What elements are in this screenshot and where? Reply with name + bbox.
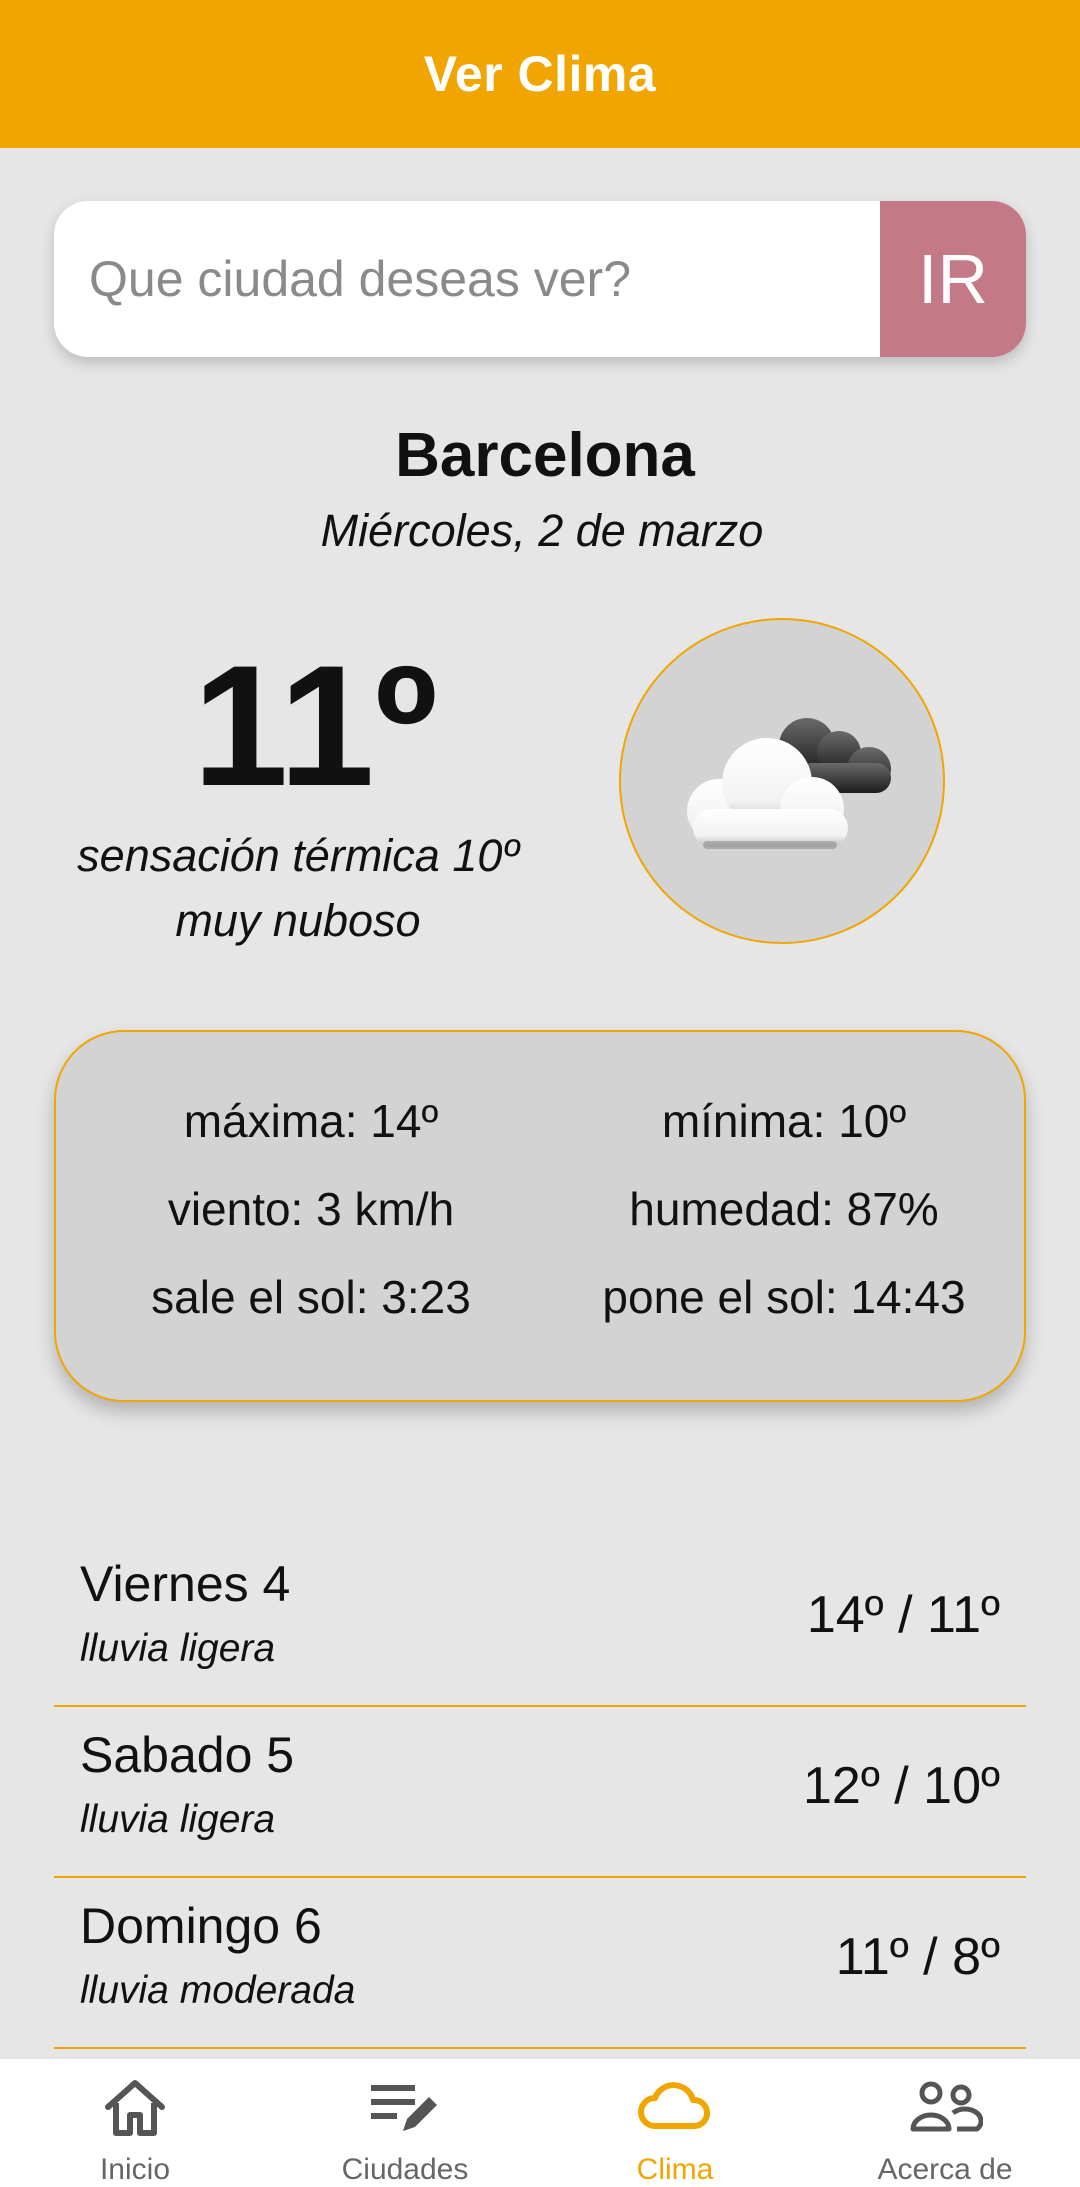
forecast-day: Sabado 5 <box>80 1727 295 1783</box>
nav-item-acerca-de[interactable]: Acerca de <box>810 2059 1080 2187</box>
nav-item-clima[interactable]: Clima <box>540 2059 810 2187</box>
list-edit-icon <box>371 2085 437 2131</box>
forecast-row: Domingo 6 lluvia moderada 11º / 8º <box>54 1879 1026 2049</box>
details-card: máxima: 14º mínima: 10º viento: 3 km/h h… <box>54 1030 1026 1402</box>
min-temperature: mínima: 10º <box>661 1095 907 1147</box>
wind-speed: viento: 3 km/h <box>167 1183 455 1235</box>
max-temperature: máxima: 14º <box>183 1095 439 1147</box>
page-title: Ver Clima <box>423 46 657 102</box>
cloudy-icon <box>687 718 891 849</box>
forecast-temps: 11º / 8º <box>835 1928 1000 1986</box>
search-input[interactable] <box>54 201 880 357</box>
sunrise-time: sale el sol: 3:23 <box>151 1271 471 1323</box>
nav-label: Ciudades <box>341 2153 469 2186</box>
forecast-day: Domingo 6 <box>80 1898 322 1954</box>
weather-description: muy nuboso <box>175 895 421 946</box>
nav-label: Clima <box>636 2153 714 2186</box>
forecast-description: lluvia ligera <box>80 1627 276 1670</box>
people-icon <box>910 2081 983 2132</box>
search-bar: IR <box>54 201 1026 357</box>
city-name: Barcelona <box>395 421 695 490</box>
nav-item-inicio[interactable]: Inicio <box>0 2059 270 2187</box>
humidity: humedad: 87% <box>629 1183 939 1235</box>
bottom-navigation: Inicio Ciudades Clima Acerca de <box>0 2059 1080 2187</box>
sunset-time: pone el sol: 14:43 <box>602 1271 966 1323</box>
current-temperature: 11º <box>192 630 438 822</box>
nav-item-ciudades[interactable]: Ciudades <box>270 2059 540 2187</box>
home-icon <box>105 2080 165 2136</box>
nav-label: Acerca de <box>877 2153 1013 2186</box>
app-header: Ver Clima <box>0 0 1080 148</box>
search-button[interactable]: IR <box>880 201 1026 357</box>
forecast-description: lluvia moderada <box>80 1969 356 2012</box>
feels-like: sensación térmica 10º <box>77 830 519 881</box>
forecast-temps: 14º / 11º <box>806 1586 1000 1644</box>
forecast-description: lluvia ligera <box>80 1798 276 1841</box>
nav-label: Inicio <box>99 2153 171 2186</box>
forecast-row: Sabado 5 lluvia ligera 12º / 10º <box>54 1708 1026 1878</box>
weather-icon-circle <box>619 618 945 944</box>
current-date: Miércoles, 2 de marzo <box>320 505 764 556</box>
forecast-day: Viernes 4 <box>80 1556 291 1612</box>
cloud-icon <box>638 2082 710 2129</box>
forecast-row: Viernes 4 lluvia ligera 14º / 11º <box>54 1537 1026 1707</box>
forecast-temps: 12º / 10º <box>802 1757 1000 1815</box>
